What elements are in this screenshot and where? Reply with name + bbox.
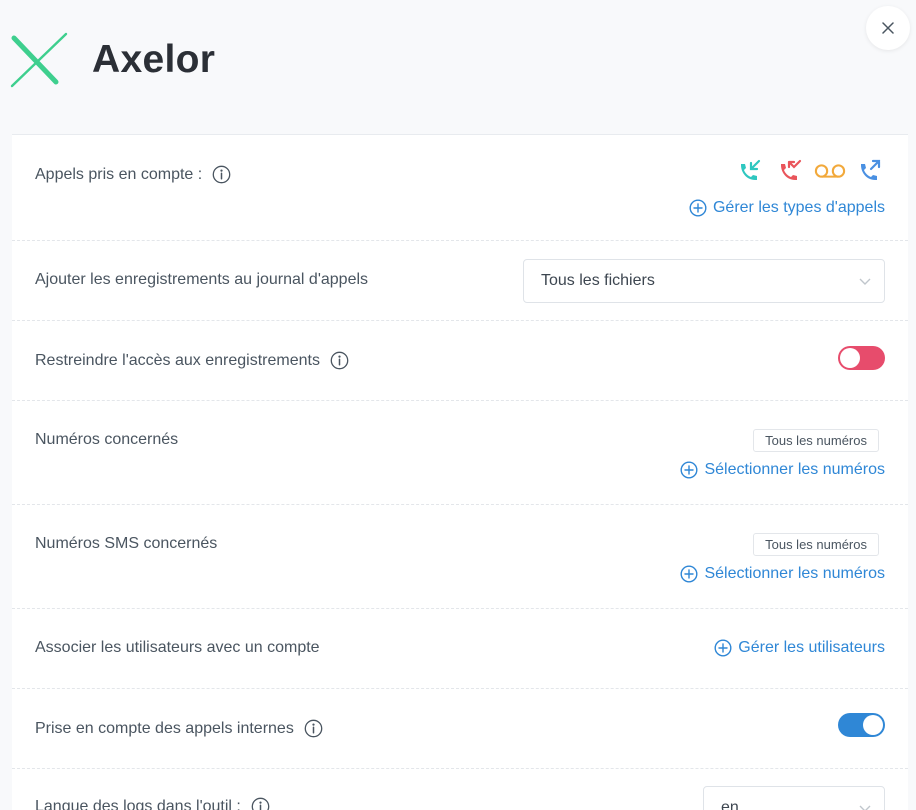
row-recordings: Ajouter les enregistrements au journal d… bbox=[12, 241, 908, 321]
plus-circle-icon bbox=[714, 639, 732, 657]
row-users: Associer les utilisateurs avec un compte… bbox=[12, 609, 908, 689]
sms-numbers-chip: Tous les numéros bbox=[753, 533, 879, 556]
restrict-label: Restreindre l'accès aux enregistrements bbox=[35, 351, 349, 370]
plus-circle-icon bbox=[680, 461, 698, 479]
row-restrict: Restreindre l'accès aux enregistrements bbox=[12, 321, 908, 401]
select-sms-numbers-link[interactable]: Sélectionner les numéros bbox=[680, 565, 885, 583]
toggle-knob bbox=[840, 348, 860, 368]
toggle-knob bbox=[863, 715, 883, 735]
call-type-icons bbox=[734, 157, 886, 185]
row-sms-numbers: Numéros SMS concernés Tous les numéros S… bbox=[12, 505, 908, 609]
outgoing-call-icon[interactable] bbox=[854, 157, 886, 185]
chevron-down-icon bbox=[859, 805, 871, 810]
brand-name: Axelor bbox=[92, 38, 216, 81]
recordings-label: Ajouter les enregistrements au journal d… bbox=[35, 271, 369, 288]
internal-calls-toggle[interactable] bbox=[838, 713, 885, 737]
info-icon[interactable] bbox=[304, 719, 323, 738]
language-label: Langue des logs dans l'outil : bbox=[35, 797, 270, 810]
numbers-label: Numéros concernés bbox=[35, 431, 179, 448]
restrict-toggle[interactable] bbox=[838, 346, 885, 370]
info-icon[interactable] bbox=[251, 797, 270, 810]
incoming-call-icon[interactable] bbox=[734, 157, 766, 185]
axelor-logo-icon bbox=[10, 32, 68, 88]
internal-calls-label: Prise en compte des appels internes bbox=[35, 719, 323, 738]
close-button[interactable] bbox=[866, 6, 910, 50]
users-label: Associer les utilisateurs avec un compte bbox=[35, 639, 320, 656]
voicemail-icon[interactable] bbox=[814, 157, 846, 185]
sms-numbers-label: Numéros SMS concernés bbox=[35, 535, 218, 552]
numbers-chip: Tous les numéros bbox=[753, 429, 879, 452]
info-icon[interactable] bbox=[330, 351, 349, 370]
manage-users-link[interactable]: Gérer les utilisateurs bbox=[714, 639, 885, 657]
calls-label: Appels pris en compte : bbox=[35, 165, 231, 184]
select-numbers-link[interactable]: Sélectionner les numéros bbox=[680, 461, 885, 479]
chevron-down-icon bbox=[859, 278, 871, 285]
manage-call-types-link[interactable]: Gérer les types d'appels bbox=[689, 199, 885, 217]
row-internal-calls: Prise en compte des appels internes bbox=[12, 689, 908, 769]
info-icon[interactable] bbox=[212, 165, 231, 184]
row-calls: Appels pris en compte : Gérer les types … bbox=[12, 135, 908, 241]
plus-circle-icon bbox=[689, 199, 707, 217]
settings-panel: Appels pris en compte : Gérer les types … bbox=[12, 134, 908, 810]
header: Axelor bbox=[0, 0, 916, 120]
row-language: Langue des logs dans l'outil : en bbox=[12, 769, 908, 810]
row-numbers: Numéros concernés Tous les numéros Sélec… bbox=[12, 401, 908, 505]
recordings-select[interactable]: Tous les fichiers bbox=[523, 259, 885, 303]
missed-call-icon[interactable] bbox=[774, 157, 806, 185]
language-select[interactable]: en bbox=[703, 786, 885, 810]
plus-circle-icon bbox=[680, 565, 698, 583]
close-icon bbox=[882, 22, 894, 34]
